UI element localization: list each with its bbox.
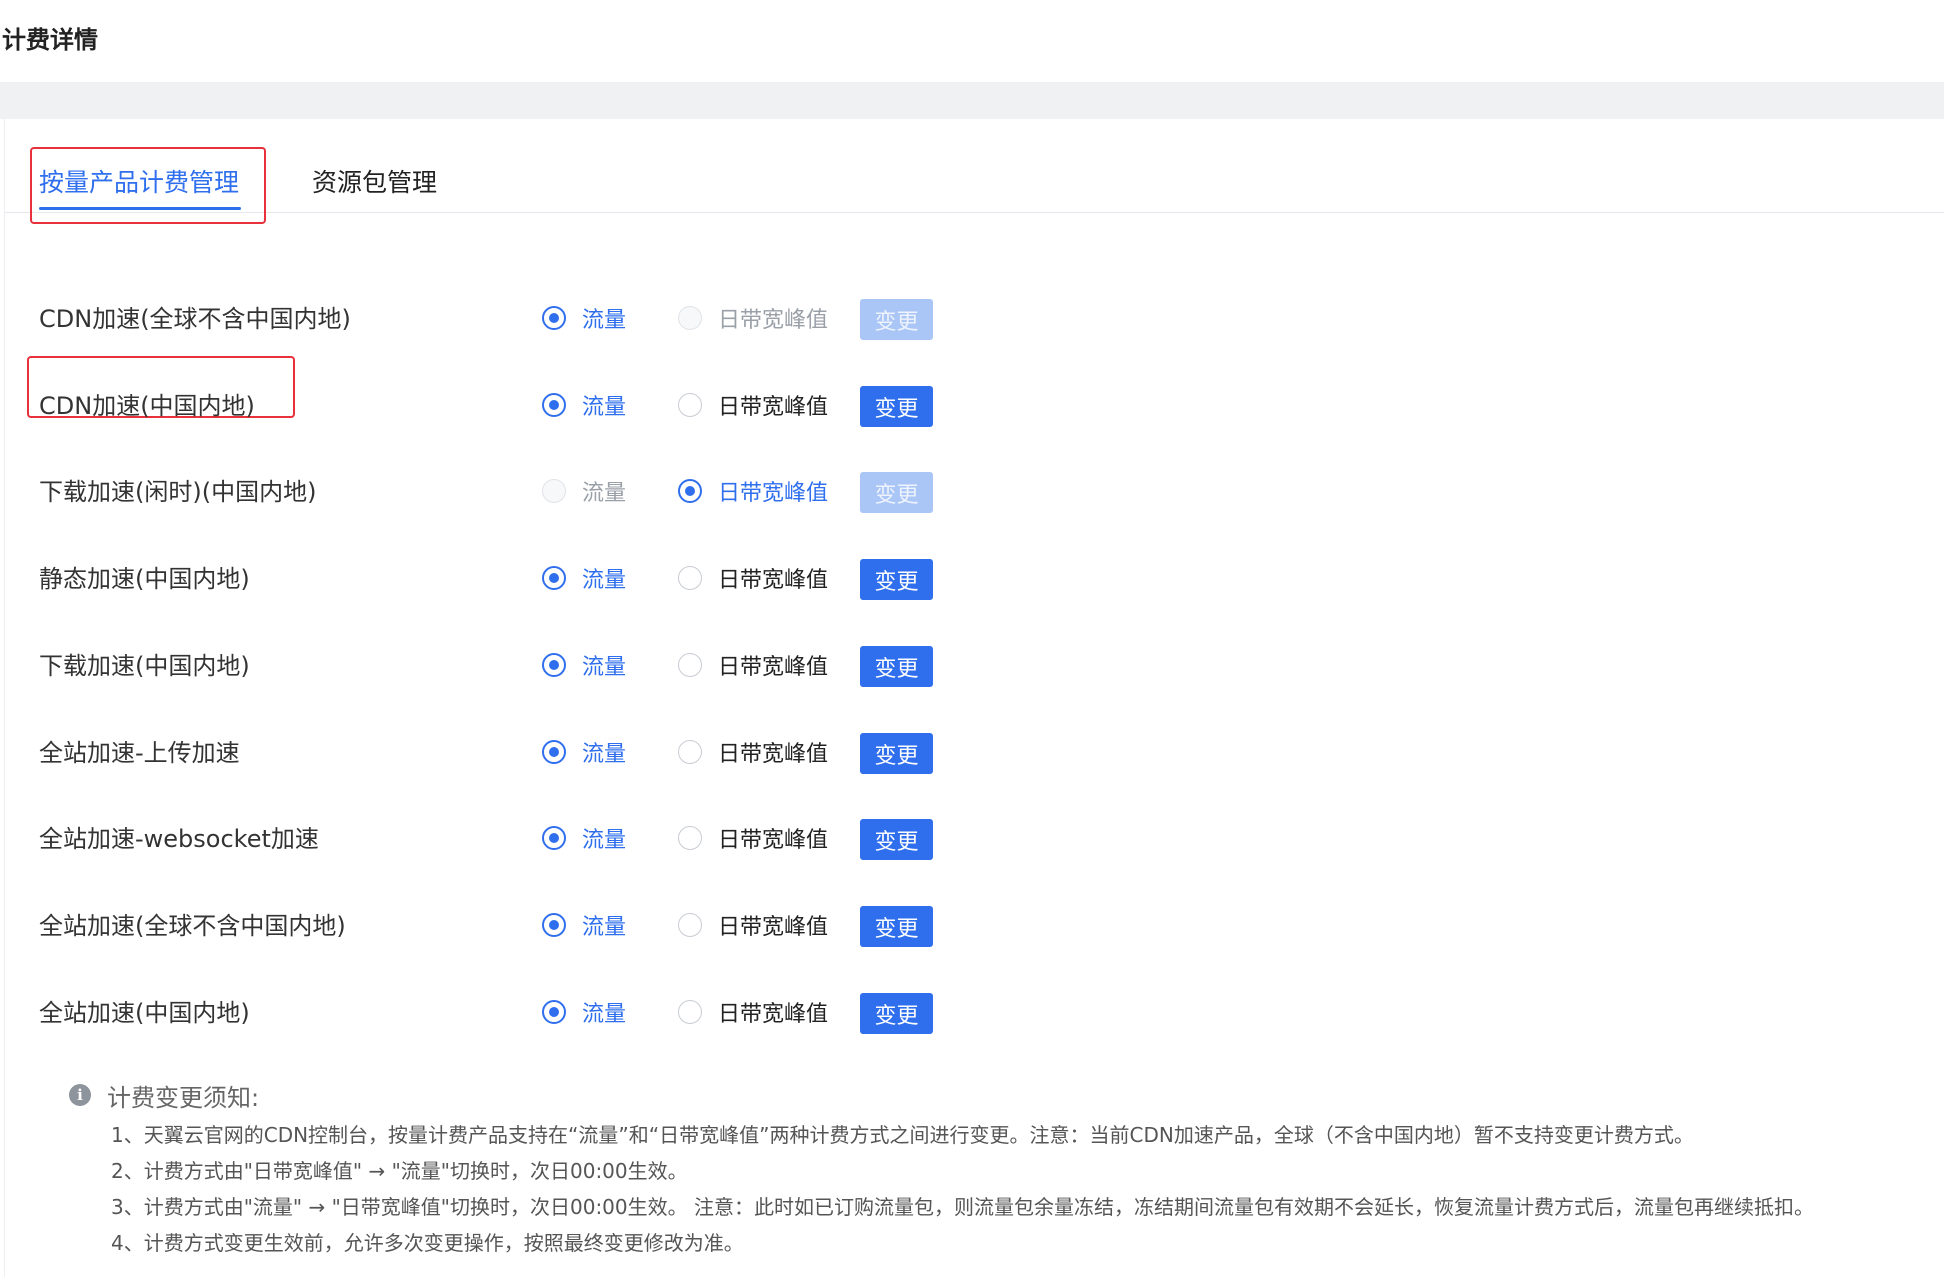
- radio-traffic[interactable]: 流量: [542, 304, 627, 333]
- radio-traffic[interactable]: 流量: [542, 911, 627, 940]
- page-title: 计费详情: [2, 26, 98, 54]
- product-label: 全站加速-websocket加速: [39, 825, 319, 853]
- radio-peak-bandwidth[interactable]: 日带宽峰值: [678, 391, 829, 420]
- radio-traffic[interactable]: 流量: [542, 477, 627, 506]
- radio-label: 日带宽峰值: [718, 1002, 829, 1027]
- radio-label: 日带宽峰值: [718, 395, 829, 420]
- radio-peak-bandwidth[interactable]: 日带宽峰值: [678, 304, 829, 333]
- info-icon: i: [69, 1084, 91, 1106]
- radio-traffic[interactable]: 流量: [542, 738, 627, 767]
- radio-label: 日带宽峰值: [718, 655, 829, 680]
- radio-peak-bandwidth[interactable]: 日带宽峰值: [678, 738, 829, 767]
- notice-item: 3、计费方式由"流量" → "日带宽峰值"切换时，次日00:00生效。 注意：此…: [111, 1195, 1814, 1219]
- billing-row: 下载加速(中国内地) 流量 日带宽峰值 变更: [5, 634, 1944, 694]
- radio-traffic[interactable]: 流量: [542, 564, 627, 593]
- radio-dot: [678, 826, 702, 850]
- product-label: 下载加速(闲时)(中国内地): [39, 478, 317, 506]
- billing-card: 按量产品计费管理 资源包管理 CDN加速(全球不含中国内地) 流量 日带宽峰值 变更 C…: [4, 119, 1944, 1277]
- radio-dot: [542, 1000, 566, 1024]
- radio-peak-bandwidth[interactable]: 日带宽峰值: [678, 564, 829, 593]
- radio-dot: [542, 653, 566, 677]
- active-tab-indicator: [39, 207, 241, 210]
- billing-row: CDN加速(全球不含中国内地) 流量 日带宽峰值 变更: [5, 287, 1944, 347]
- change-button[interactable]: 变更: [860, 646, 933, 687]
- tab-resource-packages[interactable]: 资源包管理: [312, 163, 437, 199]
- notice-item: 4、计费方式变更生效前，允许多次变更操作，按照最终变更修改为准。: [111, 1231, 744, 1255]
- radio-label: 流量: [582, 1002, 627, 1027]
- billing-row: 全站加速(中国内地) 流量 日带宽峰值 变更: [5, 981, 1944, 1041]
- radio-traffic[interactable]: 流量: [542, 998, 627, 1027]
- radio-dot: [678, 393, 702, 417]
- change-button[interactable]: 变更: [860, 733, 933, 774]
- product-label: 下载加速(中国内地): [39, 652, 250, 680]
- radio-dot: [542, 740, 566, 764]
- radio-label: 日带宽峰值: [718, 568, 829, 593]
- radio-label: 日带宽峰值: [718, 308, 829, 333]
- radio-peak-bandwidth[interactable]: 日带宽峰值: [678, 651, 829, 680]
- radio-peak-bandwidth[interactable]: 日带宽峰值: [678, 477, 829, 506]
- radio-label: 流量: [582, 395, 627, 420]
- billing-row: 下载加速(闲时)(中国内地) 流量 日带宽峰值 变更: [5, 460, 1944, 520]
- radio-dot: [542, 393, 566, 417]
- notice-title: 计费变更须知:: [107, 1083, 260, 1112]
- radio-label: 流量: [582, 742, 627, 767]
- radio-dot: [678, 566, 702, 590]
- radio-label: 流量: [582, 308, 627, 333]
- radio-label: 流量: [582, 828, 627, 853]
- radio-label: 流量: [582, 655, 627, 680]
- billing-row: 静态加速(中国内地) 流量 日带宽峰值 变更: [5, 547, 1944, 607]
- billing-row: 全站加速-上传加速 流量 日带宽峰值 变更: [5, 721, 1944, 781]
- billing-row: 全站加速-websocket加速 流量 日带宽峰值 变更: [5, 807, 1944, 867]
- radio-traffic[interactable]: 流量: [542, 824, 627, 853]
- change-button[interactable]: 变更: [860, 993, 933, 1034]
- tab-usage-billing[interactable]: 按量产品计费管理: [39, 163, 239, 199]
- radio-label: 日带宽峰值: [718, 742, 829, 767]
- radio-dot: [542, 566, 566, 590]
- product-label: 全站加速(中国内地): [39, 999, 250, 1027]
- radio-dot: [678, 740, 702, 764]
- radio-dot: [678, 653, 702, 677]
- radio-label: 流量: [582, 568, 627, 593]
- radio-peak-bandwidth[interactable]: 日带宽峰值: [678, 911, 829, 940]
- billing-row: CDN加速(中国内地) 流量 日带宽峰值 变更: [5, 374, 1944, 434]
- page-divider-band: [0, 82, 1944, 119]
- notice-header: i 计费变更须知:: [69, 1079, 260, 1112]
- radio-dot: [542, 826, 566, 850]
- page-header: 计费详情: [0, 0, 1944, 82]
- change-button[interactable]: 变更: [860, 906, 933, 947]
- product-label: 静态加速(中国内地): [39, 565, 250, 593]
- product-label: 全站加速-上传加速: [39, 739, 240, 767]
- product-label: CDN加速(中国内地): [39, 392, 255, 420]
- radio-dot: [542, 479, 566, 503]
- radio-label: 日带宽峰值: [718, 828, 829, 853]
- radio-dot: [542, 306, 566, 330]
- product-label: 全站加速(全球不含中国内地): [39, 912, 346, 940]
- radio-label: 流量: [582, 915, 627, 940]
- radio-dot: [678, 913, 702, 937]
- radio-label: 流量: [582, 481, 627, 506]
- radio-label: 日带宽峰值: [718, 481, 829, 506]
- billing-row: 全站加速(全球不含中国内地) 流量 日带宽峰值 变更: [5, 894, 1944, 954]
- radio-dot: [542, 913, 566, 937]
- radio-traffic[interactable]: 流量: [542, 651, 627, 680]
- product-label: CDN加速(全球不含中国内地): [39, 305, 351, 333]
- radio-peak-bandwidth[interactable]: 日带宽峰值: [678, 824, 829, 853]
- change-button[interactable]: 变更: [860, 299, 933, 340]
- radio-dot: [678, 306, 702, 330]
- radio-traffic[interactable]: 流量: [542, 391, 627, 420]
- notice-item: 1、天翼云官网的CDN控制台，按量计费产品支持在“流量”和“日带宽峰值”两种计费…: [111, 1123, 1694, 1147]
- radio-label: 日带宽峰值: [718, 915, 829, 940]
- change-button[interactable]: 变更: [860, 472, 933, 513]
- radio-peak-bandwidth[interactable]: 日带宽峰值: [678, 998, 829, 1027]
- notice-item: 2、计费方式由"日带宽峰值" → "流量"切换时，次日00:00生效。: [111, 1159, 688, 1183]
- change-button[interactable]: 变更: [860, 819, 933, 860]
- tab-bar: 按量产品计费管理 资源包管理: [5, 119, 1944, 213]
- radio-dot: [678, 1000, 702, 1024]
- change-button[interactable]: 变更: [860, 386, 933, 427]
- change-button[interactable]: 变更: [860, 559, 933, 600]
- radio-dot: [678, 479, 702, 503]
